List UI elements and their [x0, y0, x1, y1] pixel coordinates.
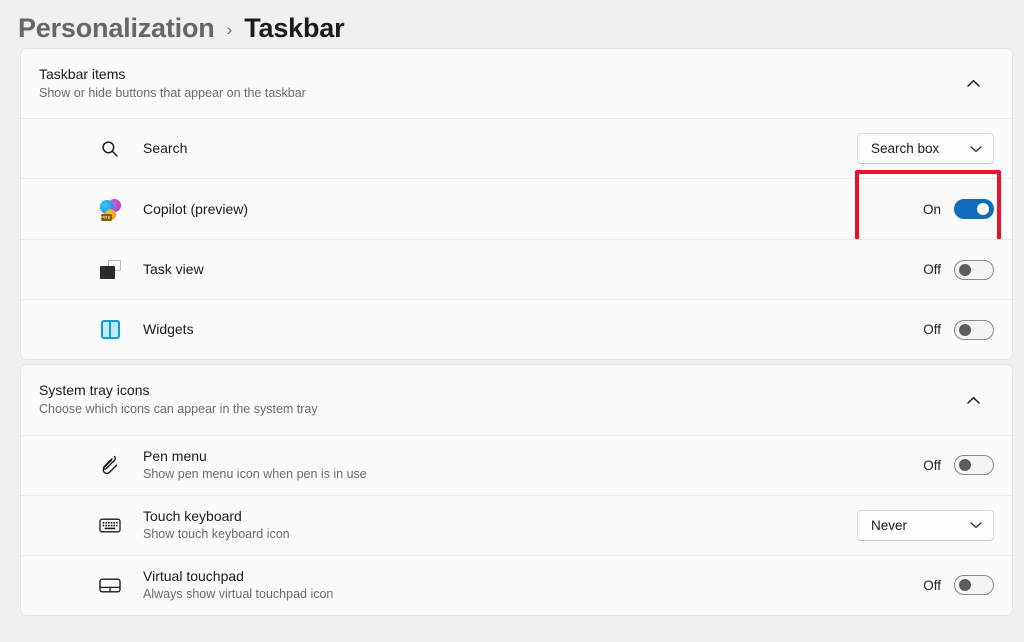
- pen-menu-toggle[interactable]: [954, 455, 994, 476]
- copilot-icon: PRE: [99, 198, 121, 221]
- row-virtual-touchpad-sub: Always show virtual touchpad icon: [143, 586, 334, 601]
- system-tray-icons-subtitle: Choose which icons can appear in the sys…: [39, 402, 318, 417]
- taskbar-items-card: Taskbar items Show or hide buttons that …: [20, 48, 1013, 361]
- row-touch-keyboard-right: Never: [857, 509, 994, 541]
- row-copilot-text: Copilot (preview): [143, 200, 248, 219]
- copilot-icon-shape: PRE: [99, 198, 121, 221]
- pen-menu-toggle-knob: [959, 459, 971, 472]
- row-touch-keyboard-text: Touch keyboard Show touch keyboard icon: [143, 507, 290, 543]
- row-virtual-touchpad-right: Off: [923, 575, 994, 596]
- widgets-toggle-knob: [959, 323, 971, 336]
- row-touch-keyboard[interactable]: Touch keyboard Show touch keyboard icon …: [21, 494, 1012, 555]
- taskbar-items-subtitle: Show or hide buttons that appear on the …: [39, 85, 306, 100]
- row-task-view-text: Task view: [143, 260, 204, 279]
- widgets-toggle[interactable]: [954, 319, 994, 340]
- chevron-down-icon: [970, 521, 982, 529]
- breadcrumb-separator-icon: ›: [226, 20, 233, 39]
- touch-keyboard-value: Never: [871, 517, 908, 533]
- system-tray-icons-card: System tray icons Choose which icons can…: [20, 364, 1013, 616]
- row-widgets-label: Widgets: [143, 321, 194, 338]
- taskbar-items-header-text: Taskbar items Show or hide buttons that …: [39, 65, 306, 102]
- widgets-toggle-state: Off: [923, 322, 941, 338]
- row-task-view-left: Task view: [99, 259, 204, 281]
- task-view-toggle-state: Off: [923, 262, 941, 278]
- row-touch-keyboard-label: Touch keyboard: [143, 508, 242, 525]
- row-copilot-left: PRE Copilot (preview): [99, 198, 248, 221]
- task-view-icon: [99, 259, 121, 281]
- chevron-up-icon: [966, 79, 980, 88]
- row-task-view[interactable]: Task view Off: [21, 239, 1012, 300]
- virtual-touchpad-toggle-state: Off: [923, 577, 941, 593]
- widgets-toggle-wrap: Off: [923, 319, 994, 340]
- taskbar-items-header[interactable]: Taskbar items Show or hide buttons that …: [21, 49, 1012, 119]
- row-copilot-label: Copilot (preview): [143, 200, 249, 217]
- row-pen-menu-label: Pen menu: [143, 448, 207, 465]
- widgets-icon-shape: [100, 320, 120, 340]
- search-icon: [99, 138, 121, 160]
- keyboard-icon: [99, 514, 121, 536]
- system-tray-icons-header[interactable]: System tray icons Choose which icons can…: [21, 365, 1012, 435]
- search-mode-dropdown[interactable]: Search box: [857, 133, 994, 165]
- row-search-right: Search box: [857, 133, 994, 165]
- row-pen-menu[interactable]: Pen menu Show pen menu icon when pen is …: [21, 434, 1012, 495]
- row-search-left: Search: [99, 138, 187, 160]
- breadcrumb-parent-link[interactable]: Personalization: [18, 13, 215, 44]
- row-pen-menu-text: Pen menu Show pen menu icon when pen is …: [143, 447, 367, 483]
- virtual-touchpad-toggle-wrap: Off: [923, 575, 994, 596]
- page-title: Taskbar: [244, 12, 345, 43]
- task-view-toggle-knob: [959, 263, 971, 276]
- row-pen-menu-sub: Show pen menu icon when pen is in use: [143, 466, 367, 481]
- row-copilot[interactable]: PRE Copilot (preview) On: [21, 170, 1012, 247]
- copilot-toggle-wrap: On: [922, 199, 994, 220]
- row-widgets-text: Widgets: [143, 320, 194, 339]
- task-view-toggle[interactable]: [954, 259, 994, 280]
- row-pen-menu-right: Off: [923, 455, 994, 476]
- row-virtual-touchpad-left: Virtual touchpad Always show virtual tou…: [99, 567, 333, 603]
- row-search-text: Search: [143, 139, 187, 158]
- task-view-icon-shape: [99, 260, 121, 280]
- row-task-view-label: Task view: [143, 261, 204, 278]
- touch-keyboard-dropdown[interactable]: Never: [857, 509, 994, 541]
- system-tray-icons-header-text: System tray icons Choose which icons can…: [39, 381, 318, 418]
- virtual-touchpad-toggle[interactable]: [954, 575, 994, 596]
- row-touch-keyboard-left: Touch keyboard Show touch keyboard icon: [99, 507, 290, 543]
- pen-menu-toggle-state: Off: [923, 457, 941, 473]
- virtual-touchpad-toggle-knob: [959, 579, 971, 592]
- row-widgets-right: Off: [923, 319, 994, 340]
- widgets-icon: [99, 319, 121, 341]
- row-virtual-touchpad-text: Virtual touchpad Always show virtual tou…: [143, 567, 333, 603]
- system-tray-icons-collapse-button[interactable]: [958, 385, 988, 415]
- row-widgets-left: Widgets: [99, 319, 194, 341]
- search-mode-value: Search box: [871, 141, 940, 157]
- touchpad-icon: [99, 574, 121, 596]
- task-view-toggle-wrap: Off: [923, 259, 994, 280]
- system-tray-icons-title: System tray icons: [39, 382, 150, 399]
- pen-menu-toggle-wrap: Off: [923, 455, 994, 476]
- row-widgets[interactable]: Widgets Off: [21, 299, 1012, 360]
- pen-icon: [99, 454, 121, 476]
- copilot-toggle-knob: [977, 203, 989, 216]
- row-touch-keyboard-sub: Show touch keyboard icon: [143, 526, 290, 541]
- chevron-up-icon: [966, 396, 980, 405]
- copilot-toggle-state: On: [922, 201, 941, 217]
- copilot-toggle[interactable]: [954, 199, 994, 220]
- taskbar-items-collapse-button[interactable]: [958, 69, 988, 99]
- copilot-preview-badge: PRE: [100, 213, 112, 221]
- row-task-view-right: Off: [923, 259, 994, 280]
- breadcrumb: Personalization › Taskbar: [0, 0, 1024, 48]
- row-pen-menu-left: Pen menu Show pen menu icon when pen is …: [99, 447, 367, 483]
- row-virtual-touchpad-label: Virtual touchpad: [143, 568, 244, 585]
- row-search-label: Search: [143, 140, 188, 157]
- row-virtual-touchpad[interactable]: Virtual touchpad Always show virtual tou…: [21, 554, 1012, 615]
- chevron-down-icon: [970, 145, 982, 153]
- row-search[interactable]: Search Search box: [21, 118, 1012, 179]
- taskbar-items-title: Taskbar items: [39, 66, 126, 82]
- row-copilot-right: On: [922, 199, 994, 220]
